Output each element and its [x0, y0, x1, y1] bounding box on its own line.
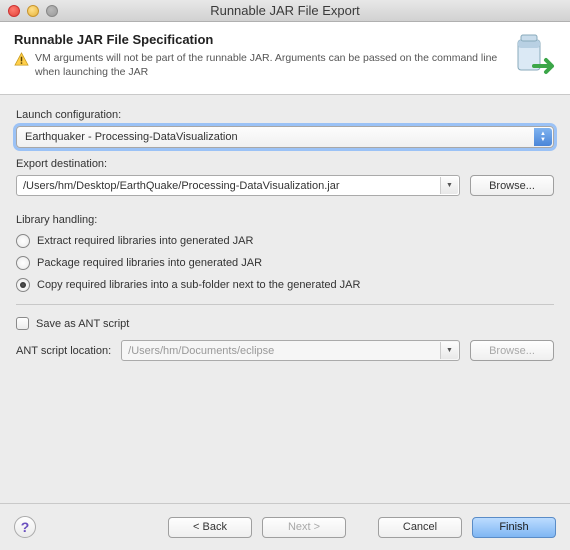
- library-option-label: Extract required libraries into generate…: [37, 235, 253, 247]
- save-ant-checkbox[interactable]: Save as ANT script: [16, 317, 554, 330]
- warning-icon: [14, 52, 29, 70]
- library-option-label: Package required libraries into generate…: [37, 257, 262, 269]
- launch-config-select[interactable]: Earthquaker - Processing-DataVisualizati…: [16, 126, 554, 148]
- finish-button[interactable]: Finish: [472, 517, 556, 538]
- jar-export-icon: [506, 32, 556, 82]
- warning-text: VM arguments will not be part of the run…: [35, 51, 498, 79]
- library-option-label: Copy required libraries into a sub-folde…: [37, 279, 360, 291]
- radio-icon: [16, 234, 30, 248]
- chevron-updown-icon: [534, 128, 552, 146]
- window-title: Runnable JAR File Export: [0, 3, 570, 18]
- library-option-package[interactable]: Package required libraries into generate…: [16, 256, 554, 270]
- zoom-window-button: [46, 5, 58, 17]
- browse-export-button[interactable]: Browse...: [470, 175, 554, 196]
- export-destination-label: Export destination:: [16, 158, 554, 170]
- launch-config-label: Launch configuration:: [16, 109, 554, 121]
- radio-icon: [16, 256, 30, 270]
- chevron-down-icon[interactable]: [440, 177, 458, 194]
- close-window-button[interactable]: [8, 5, 20, 17]
- next-button: Next >: [262, 517, 346, 538]
- help-button[interactable]: ?: [14, 516, 36, 538]
- dialog-footer: ? < Back Next > Cancel Finish: [0, 503, 570, 550]
- export-destination-value: /Users/hm/Desktop/EarthQuake/Processing-…: [23, 180, 340, 192]
- ant-location-input: /Users/hm/Documents/eclipse: [121, 340, 460, 361]
- chevron-down-icon: [440, 342, 458, 359]
- export-destination-input[interactable]: /Users/hm/Desktop/EarthQuake/Processing-…: [16, 175, 460, 196]
- cancel-button[interactable]: Cancel: [378, 517, 462, 538]
- window-titlebar: Runnable JAR File Export: [0, 0, 570, 22]
- ant-location-value: /Users/hm/Documents/eclipse: [128, 345, 274, 357]
- traffic-lights: [8, 5, 58, 17]
- save-ant-label: Save as ANT script: [36, 318, 129, 330]
- library-handling-label: Library handling:: [16, 214, 554, 226]
- checkbox-icon: [16, 317, 29, 330]
- dialog-heading: Runnable JAR File Specification: [14, 32, 498, 47]
- separator: [16, 304, 554, 305]
- browse-ant-button: Browse...: [470, 340, 554, 361]
- library-option-extract[interactable]: Extract required libraries into generate…: [16, 234, 554, 248]
- radio-checked-icon: [16, 278, 30, 292]
- ant-location-label: ANT script location:: [16, 345, 111, 357]
- dialog-header: Runnable JAR File Specification VM argum…: [0, 22, 570, 95]
- launch-config-value: Earthquaker - Processing-DataVisualizati…: [25, 131, 238, 143]
- back-button[interactable]: < Back: [168, 517, 252, 538]
- library-handling-group: Extract required libraries into generate…: [16, 234, 554, 292]
- minimize-window-button[interactable]: [27, 5, 39, 17]
- library-option-copy[interactable]: Copy required libraries into a sub-folde…: [16, 278, 554, 292]
